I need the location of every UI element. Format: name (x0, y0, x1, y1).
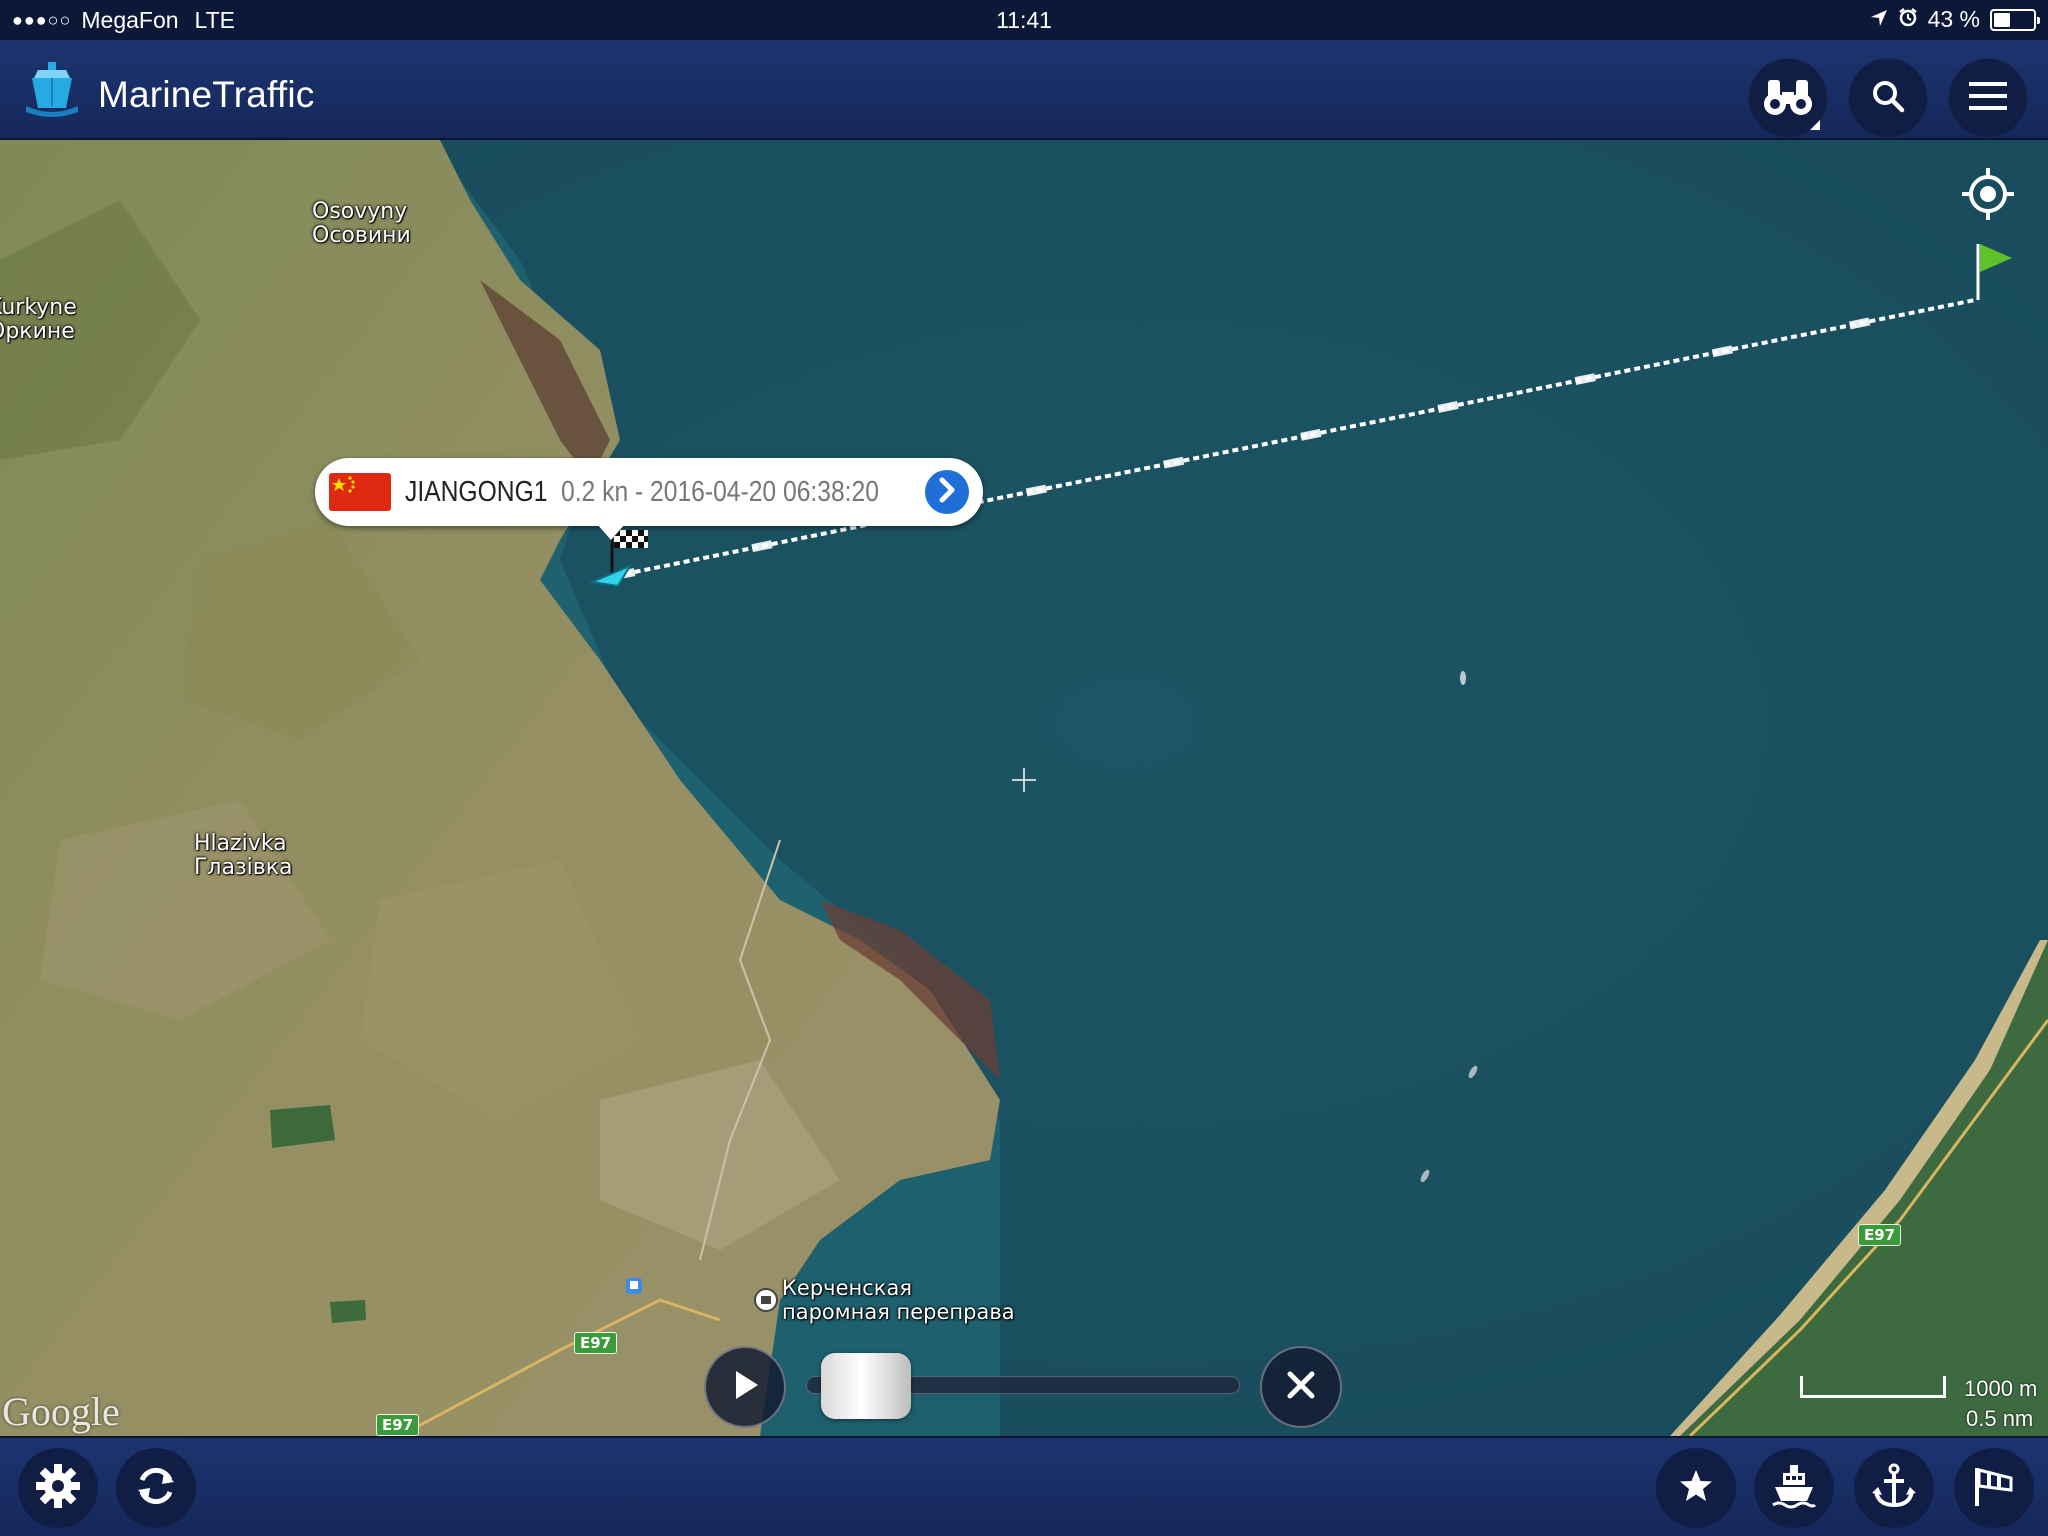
close-playback-button[interactable] (1260, 1346, 1342, 1428)
vessel-details-button[interactable] (924, 470, 969, 514)
alarm-clock-icon (1898, 6, 1918, 33)
status-bar: ●●●○○ MegaFon LTE 11:41 43 % (0, 0, 2048, 40)
place-label-cyrillic: Осовини (312, 223, 411, 248)
road-badge-e97: E97 (574, 1332, 618, 1354)
settings-icon (34, 1462, 82, 1515)
status-time: 11:41 (996, 7, 1052, 33)
vessel-marker-icon[interactable] (588, 556, 634, 595)
status-right: 43 % (1870, 6, 2040, 33)
hamburger-menu-icon (1969, 80, 2007, 117)
refresh-icon (134, 1464, 178, 1513)
road-badge-e97: E97 (376, 1414, 420, 1436)
place-label-ferry-line2: паромная переправа (782, 1300, 1015, 1324)
map-view[interactable]: Osovyny Осовини Kurkyne Оркине Hlazivka … (0, 140, 2048, 1436)
satellite-map-image (0, 140, 2048, 1436)
play-button[interactable] (704, 1346, 786, 1428)
vessels-button[interactable] (1754, 1448, 1834, 1528)
play-icon (730, 1368, 760, 1407)
binoculars-icon (1762, 74, 1814, 123)
location-arrow-icon (1870, 6, 1888, 33)
favorites-button[interactable] (1656, 1448, 1736, 1528)
marinetraffic-logo-icon[interactable] (22, 60, 82, 118)
battery-percent: 43 % (1927, 6, 1980, 32)
vessel-info-callout[interactable]: JIANGONG1 0.2 kn - 2016-04-20 06:38:20 (315, 458, 983, 540)
app-header: MarineTraffic (0, 40, 2048, 140)
china-flag-icon (329, 473, 391, 511)
place-label-hlazivka: Hlazivka Глазівка (194, 832, 293, 880)
search-icon (1871, 79, 1905, 118)
scale-metric: 1000 m (1964, 1376, 2038, 1401)
battery-fill (1994, 12, 2010, 27)
ferry-terminal-icon[interactable] (753, 1287, 779, 1318)
star-icon (1678, 1468, 1714, 1509)
weather-button[interactable] (1954, 1448, 2034, 1528)
menu-button[interactable] (1948, 58, 2028, 138)
settings-button[interactable] (18, 1448, 98, 1528)
place-label-ferry-line1: Керченская (782, 1276, 912, 1300)
place-label-cyrillic: Глазівка (194, 855, 293, 880)
refresh-button[interactable] (116, 1448, 196, 1528)
search-button[interactable] (1848, 58, 1928, 138)
vessel-speed-timestamp: 0.2 kn - 2016-04-20 06:38:20 (560, 475, 879, 508)
place-label-latin: Kurkyne (0, 295, 77, 320)
bus-stop-icon (626, 1278, 642, 1299)
place-label-kurkyne: Kurkyne Оркине (0, 296, 77, 344)
binoculars-button[interactable] (1748, 58, 1828, 138)
ship-icon (1771, 1463, 1817, 1514)
anchor-icon (1872, 1463, 1916, 1514)
locate-me-icon[interactable] (1960, 166, 2016, 222)
google-attribution: Google (2, 1389, 120, 1434)
playback-slider-handle[interactable] (821, 1353, 911, 1419)
place-label-osovyny: Osovyny Осовини (312, 200, 411, 248)
ports-button[interactable] (1854, 1448, 1934, 1528)
battery-icon (1990, 8, 2040, 31)
bottom-toolbar (0, 1436, 2048, 1536)
road-badge-e97: E97 (1858, 1224, 1902, 1246)
place-label-ferry: Керченская паромная переправа (782, 1276, 1015, 1324)
place-label-cyrillic: Оркине (0, 319, 75, 344)
app-title: MarineTraffic (98, 74, 315, 115)
map-scale-bar (1800, 1376, 1946, 1398)
close-icon (1286, 1370, 1316, 1405)
chevron-right-icon (936, 477, 958, 508)
vessel-name: JIANGONG1 (405, 475, 548, 508)
windsock-icon (1971, 1464, 2017, 1513)
scale-nautical: 0.5 nm (1966, 1406, 2034, 1431)
place-label-latin: Osovyny (312, 199, 408, 224)
place-label-latin: Hlazivka (194, 831, 287, 856)
